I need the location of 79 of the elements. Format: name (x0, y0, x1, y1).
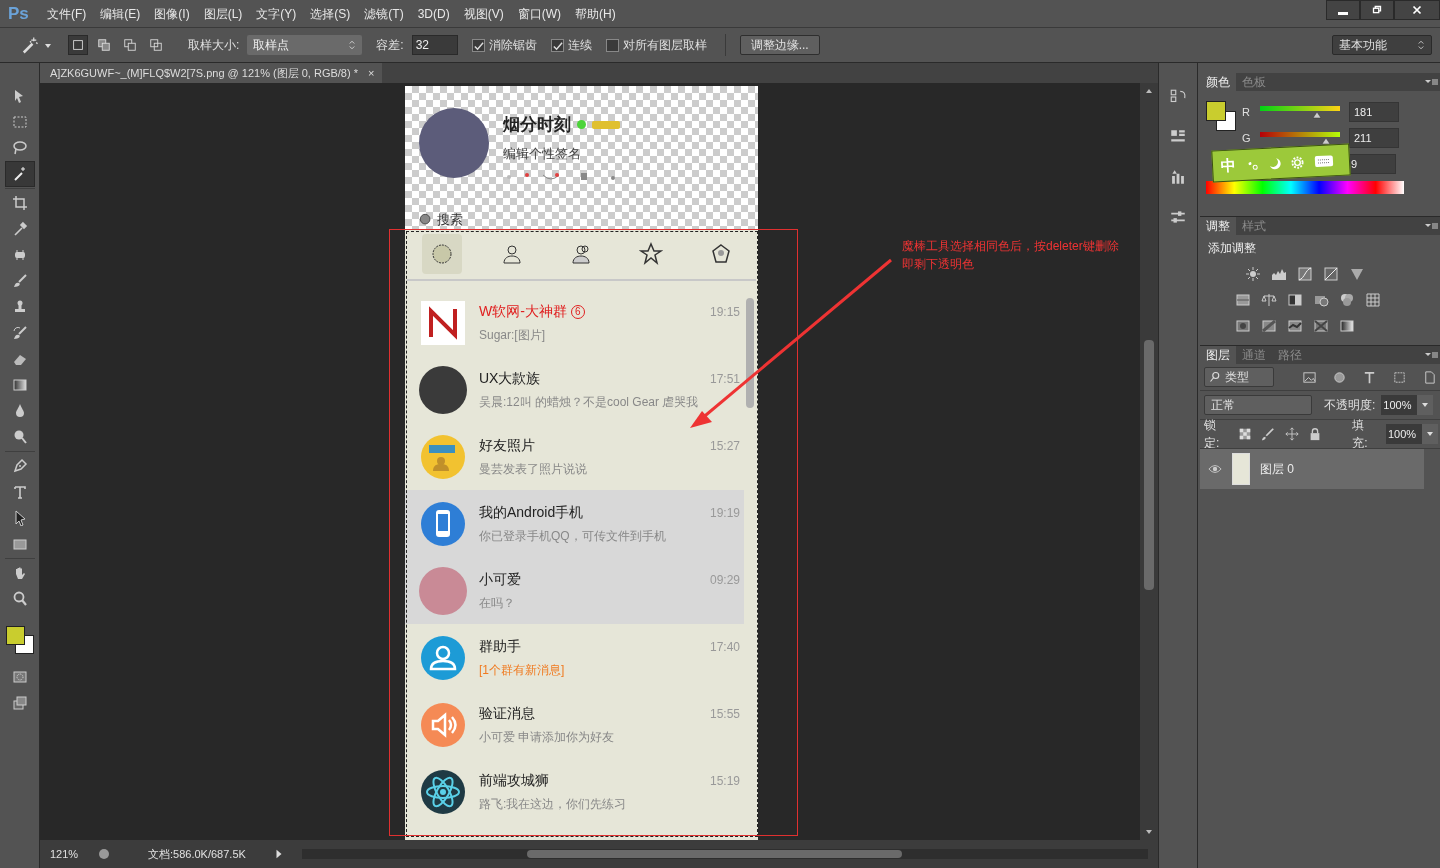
chat-time: 15:19 (709, 772, 740, 790)
chat-message: 路飞:我在这边，你们先练习 (479, 796, 628, 813)
chat-name: 验证消息 (479, 704, 535, 723)
chat-time: 15:55 (709, 705, 740, 723)
chat-message: 你已登录手机QQ，可传文件到手机 (479, 528, 667, 545)
chat-message: Sugar:[图片] (479, 327, 547, 344)
tolerance-input[interactable]: 32 (411, 35, 458, 55)
chat-list-item[interactable]: 验证消息 15:55 小可爱 申请添加你为好友 (405, 691, 744, 758)
signature-text: 编辑个性签名 (503, 144, 582, 163)
chat-list-item[interactable]: 前端攻城狮 15:19 路飞:我在这边，你们先练习 (405, 758, 744, 825)
menu-item[interactable]: 3D(D) (410, 4, 457, 23)
panel-title: 添加调整 (1208, 240, 1257, 257)
chat-time: 17:51 (709, 370, 740, 388)
search-field[interactable]: 搜索 (419, 211, 463, 229)
document-size: 文档:586.0K/687.5K (148, 846, 246, 862)
annotation-text: 魔棒工具选择相同色后，按deleter键删除 (902, 238, 1119, 255)
chat-list-item[interactable]: W软网-大神群 6 19:15 Sugar:[图片] (405, 289, 744, 356)
sample-size-label: 取样大小: (188, 37, 240, 54)
chat-message: 小可爱 申请添加你为好友 (479, 729, 616, 746)
menu-item[interactable]: 图层(L) (196, 4, 250, 23)
tolerance-label: 容差: (376, 37, 404, 54)
channel-value-input[interactable]: 181 (1349, 102, 1399, 122)
refine-edge-button[interactable]: 调整边缘... (739, 35, 820, 55)
chat-message: 在吗？ (479, 595, 516, 612)
tab-close-button[interactable]: × (365, 64, 377, 82)
channel-label: G (1242, 130, 1252, 146)
layer-row[interactable]: 图层 0 (1200, 449, 1424, 489)
fill-label: 填充: (1352, 417, 1369, 452)
chat-time: 19:15 (709, 303, 740, 321)
chat-message: [1个群有新消息] (479, 662, 566, 679)
menu-item[interactable]: 滤镜(T) (357, 4, 411, 23)
chat-list-item[interactable]: 我的Android手机 19:19 你已登录手机QQ，可传文件到手机 (405, 490, 744, 557)
document-tab[interactable]: A]ZK6GUWF~_(M]FLQ$W2[7S.png @ 121% (图层 0, RGB/8) * × (40, 63, 383, 83)
layer-name: 图层 0 (1260, 461, 1294, 478)
zoom-level: 121% (50, 846, 80, 862)
checkbox-label: 消除锯齿 (488, 37, 537, 54)
panel-tab[interactable]: 图层 (1200, 346, 1236, 364)
menu-item[interactable]: 选择(S) (303, 4, 358, 23)
chat-message: 吴晨:12叫 的蜡烛？不是cool Gear 虐哭我 (479, 394, 700, 411)
app-logo: Ps (7, 2, 30, 25)
opacity-input[interactable]: 100% (1381, 395, 1418, 415)
chat-list-item[interactable]: 好友照片 15:27 曼芸发表了照片说说 (405, 423, 744, 490)
fill-input[interactable]: 100% (1385, 424, 1422, 444)
menu-item[interactable]: 图像(I) (147, 4, 197, 23)
chat-time: 15:27 (709, 437, 740, 455)
chat-name: UX大款族 (479, 369, 541, 388)
chat-message: 曼芸发表了照片说说 (479, 461, 588, 478)
chat-name: 前端攻城狮 (479, 771, 549, 790)
chat-list-item[interactable]: UX大款族 17:51 吴晨:12叫 的蜡烛？不是cool Gear 虐哭我 (405, 356, 744, 423)
profile-name: 烟分时刻 (503, 114, 571, 136)
channel-value-input[interactable]: 211 (1349, 128, 1399, 148)
menu-item[interactable]: 文件(F) (40, 4, 94, 23)
menu-item[interactable]: 帮助(H) (568, 4, 623, 23)
chat-name: 群助手 (479, 637, 521, 656)
lock-label: 锁定: (1204, 417, 1221, 452)
layer-filter-dropdown[interactable]: 类型 (1204, 367, 1274, 387)
checkbox-label: 连续 (567, 37, 592, 54)
chat-time: 09:29 (709, 571, 740, 589)
menu-item[interactable]: 窗口(W) (510, 4, 568, 23)
chat-name: W软网-大神群 (479, 302, 567, 321)
panel-tab[interactable]: 调整 (1200, 217, 1236, 235)
chat-time: 17:40 (709, 638, 740, 656)
channel-label: R (1242, 104, 1251, 120)
opacity-label: 不透明度: (1324, 397, 1376, 414)
blend-mode-dropdown[interactable]: 正常 (1204, 395, 1312, 415)
workspace-dropdown[interactable]: 基本功能 (1332, 35, 1432, 55)
chat-list-item[interactable]: 小可爱 09:29 在吗？ (405, 557, 744, 624)
checkbox-label: 对所有图层取样 (622, 37, 707, 54)
panel-tab[interactable]: 颜色 (1200, 73, 1236, 91)
chat-name: 好友照片 (479, 436, 535, 455)
menu-item[interactable]: 文字(Y) (249, 4, 304, 23)
annotation-text: 即剩下透明色 (902, 256, 975, 273)
chat-name: 我的Android手机 (479, 503, 584, 522)
sample-size-dropdown[interactable]: 取样点 (247, 35, 363, 55)
menu-item[interactable]: 编辑(E) (93, 4, 148, 23)
menu-item[interactable]: 视图(V) (456, 4, 511, 23)
chat-list-item[interactable]: 群助手 17:40 [1个群有新消息] (405, 624, 744, 691)
chat-name: 小可爱 (479, 570, 521, 589)
chat-time: 19:19 (709, 504, 740, 522)
